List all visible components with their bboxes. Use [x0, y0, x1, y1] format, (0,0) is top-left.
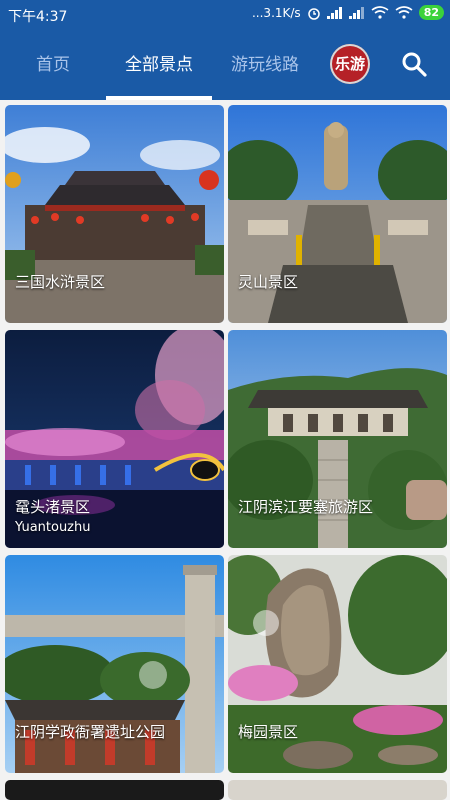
- status-right: ...3.1K/s 82: [252, 5, 444, 20]
- attraction-card-meiyuan[interactable]: 梅园景区: [228, 555, 447, 773]
- tab-all-attractions[interactable]: 全部景点: [106, 30, 212, 100]
- app-logo[interactable]: 乐游: [330, 44, 370, 84]
- attraction-card-yuantouzhu[interactable]: 鼋头渚景区 Yuantouzhu: [5, 330, 224, 548]
- top-nav: 首页 全部景点 游玩线路 乐游: [0, 30, 450, 100]
- status-bar: 下午4:37 ...3.1K/s 82: [0, 0, 450, 30]
- tab-tour-routes[interactable]: 游玩线路: [212, 30, 318, 100]
- attraction-card-partial-left[interactable]: [5, 780, 224, 800]
- alarm-icon: [307, 7, 320, 20]
- attraction-title: 江阴滨江要塞旅游区: [238, 498, 374, 516]
- signal-icon-2: [348, 6, 364, 19]
- attraction-title: 梅园景区: [238, 723, 299, 741]
- wifi-icon-2: [395, 6, 413, 19]
- battery-indicator: 82: [418, 5, 444, 20]
- network-speed: ...3.1K/s: [251, 5, 301, 20]
- attraction-title: 江阴学政衙署遗址公园: [15, 723, 166, 741]
- search-icon[interactable]: [401, 51, 427, 77]
- attraction-title: 灵山景区: [238, 273, 299, 291]
- attraction-title: 三国水浒景区: [15, 273, 106, 291]
- attraction-card-jiangyin-fortress[interactable]: 江阴滨江要塞旅游区: [228, 330, 447, 548]
- attractions-grid: 三国水浒景区 灵山景区 鼋头渚景区 Yuantouzhu 江阴滨江要塞旅游区 江…: [0, 100, 450, 800]
- attraction-card-partial-right[interactable]: [228, 780, 447, 800]
- status-time: 下午4:37: [8, 9, 68, 25]
- attraction-card-sanguo[interactable]: 三国水浒景区: [5, 105, 224, 323]
- attraction-card-lingshan[interactable]: 灵山景区: [228, 105, 447, 323]
- wifi-icon-1: [371, 6, 389, 19]
- attraction-title: 鼋头渚景区: [15, 498, 91, 516]
- signal-icon-1: [326, 6, 342, 19]
- tab-home[interactable]: 首页: [0, 30, 106, 100]
- attraction-subtitle: Yuantouzhu: [15, 520, 91, 535]
- attraction-card-xuezheng-yashu[interactable]: 江阴学政衙署遗址公园: [5, 555, 224, 773]
